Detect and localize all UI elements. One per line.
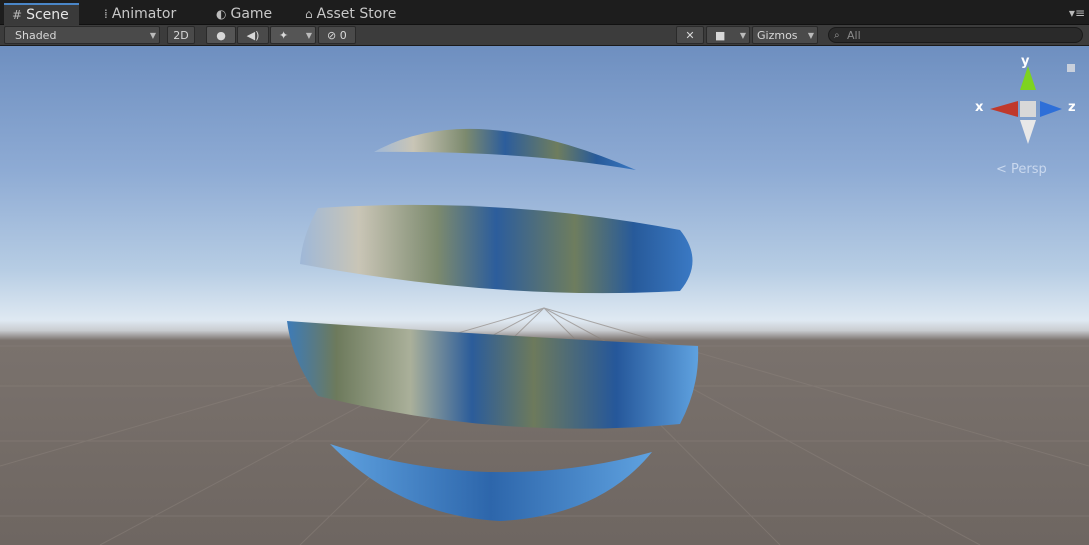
lightbulb-icon: ●: [216, 29, 226, 42]
grid-icon: #: [12, 8, 23, 22]
tab-asset-store[interactable]: ⌂ Asset Store: [305, 3, 396, 25]
tab-menu-icon[interactable]: ▾≡: [1069, 6, 1085, 20]
y-axis-label: y: [1021, 54, 1030, 69]
speaker-icon: ◀): [246, 29, 260, 42]
store-icon: ⌂: [305, 7, 313, 21]
tab-animator-label: Animator: [111, 6, 177, 22]
chevron-down-icon: ▼: [739, 31, 746, 40]
effects-dropdown[interactable]: ✦ ▼: [270, 26, 316, 44]
tab-asset-store-label: Asset Store: [316, 6, 397, 22]
projection-text: Persp: [1011, 162, 1047, 177]
lock-icon[interactable]: [1067, 64, 1075, 72]
y-axis-cone[interactable]: [1020, 66, 1036, 90]
neg-y-axis-cone[interactable]: [1020, 120, 1036, 144]
x-axis-cone[interactable]: [990, 101, 1018, 117]
earth-slice-upper-band: [300, 204, 693, 294]
chevron-down-icon: ▼: [807, 31, 814, 40]
x-axis-label: x: [975, 100, 984, 115]
chevron-down-icon: ▼: [305, 31, 312, 40]
shading-mode-label: Shaded: [15, 29, 57, 42]
scene-viewport[interactable]: y x z < Persp: [0, 46, 1089, 545]
gizmo-center-cube[interactable]: [1020, 101, 1036, 117]
z-axis-cone[interactable]: [1040, 101, 1062, 117]
scene-canvas: [0, 64, 1089, 545]
2d-toggle-button[interactable]: 2D: [167, 26, 195, 44]
axis-gizmo[interactable]: [990, 64, 1075, 144]
tab-scene[interactable]: # Scene: [4, 3, 79, 25]
2d-toggle-label: 2D: [173, 29, 189, 42]
tools-button[interactable]: ✕: [676, 26, 704, 44]
tab-game-label: Game: [230, 6, 273, 22]
animator-icon: ⁞: [104, 7, 108, 21]
pacman-icon: ◐: [216, 7, 227, 21]
lighting-toggle-button[interactable]: ●: [206, 26, 236, 44]
tab-scene-label: Scene: [26, 7, 69, 23]
chevron-down-icon: ▼: [149, 31, 156, 40]
z-axis-label: z: [1068, 100, 1076, 115]
effects-icon: ✦: [279, 29, 289, 42]
shading-mode-dropdown[interactable]: Shaded ▼: [4, 26, 160, 44]
scene-toolbar: Shaded ▼ 2D ● ◀) ✦ ▼ ⊘ 0 ✕ ■ ▼ Gizmos ▼ …: [0, 25, 1089, 46]
search-input[interactable]: ⌕ All: [828, 27, 1083, 43]
projection-label[interactable]: < Persp: [996, 162, 1047, 177]
earth-slice-bottom: [330, 444, 652, 521]
tab-animator[interactable]: ⁞ Animator: [104, 3, 176, 25]
editor-tab-bar: # Scene ⁞ Animator ◐ Game ⌂ Asset Store …: [0, 0, 1089, 25]
search-placeholder: All: [847, 29, 861, 42]
audio-toggle-button[interactable]: ◀): [237, 26, 269, 44]
camera-dropdown[interactable]: ■ ▼: [706, 26, 750, 44]
hidden-objects-toggle[interactable]: ⊘ 0: [318, 26, 356, 44]
tab-game[interactable]: ◐ Game: [216, 3, 272, 25]
camera-icon: ■: [715, 29, 726, 42]
gizmos-dropdown[interactable]: Gizmos ▼: [752, 26, 818, 44]
earth-slice-top: [374, 128, 636, 170]
search-icon: ⌕: [834, 30, 840, 41]
eye-slash-icon: ⊘: [327, 29, 337, 42]
hidden-objects-count: 0: [339, 29, 347, 42]
gizmos-label: Gizmos: [757, 29, 798, 42]
wrench-icon: ✕: [685, 29, 695, 42]
